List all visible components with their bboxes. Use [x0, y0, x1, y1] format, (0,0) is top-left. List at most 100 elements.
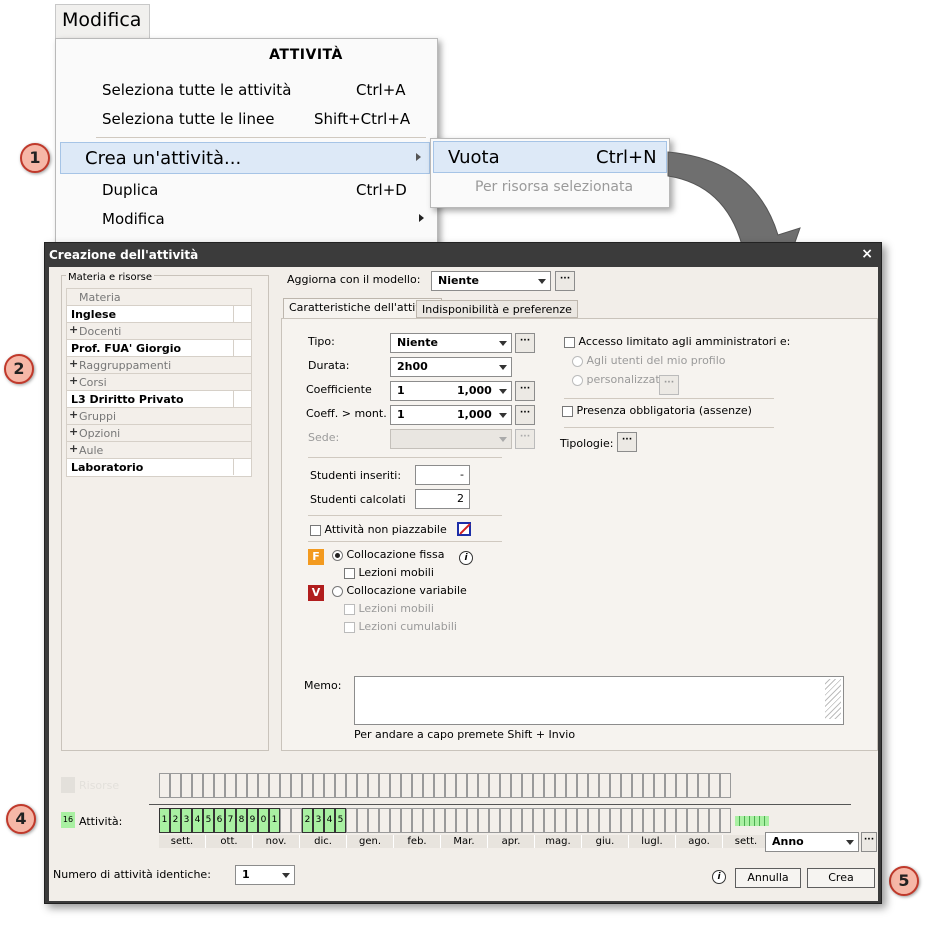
week-cell[interactable]: [665, 773, 676, 798]
week-cell[interactable]: 2: [302, 808, 313, 833]
week-cell[interactable]: [280, 773, 291, 798]
resource-header-gruppi[interactable]: + Gruppi: [67, 408, 251, 425]
week-cell[interactable]: [456, 773, 467, 798]
variabile-radio[interactable]: [332, 585, 343, 597]
resource-header-aule[interactable]: + Aule: [67, 442, 251, 459]
fissa-radio[interactable]: [332, 549, 343, 561]
non-piazzabile-checkbox[interactable]: [310, 524, 321, 536]
week-cell[interactable]: [544, 808, 555, 833]
menu-item-create-activity[interactable]: Crea un'attività...: [60, 142, 430, 174]
variabile-mobili-option[interactable]: Lezioni mobili: [344, 602, 434, 615]
week-cell[interactable]: [687, 773, 698, 798]
week-cell[interactable]: [269, 773, 280, 798]
week-cell[interactable]: [467, 773, 478, 798]
accesso-checkbox[interactable]: [564, 336, 575, 348]
week-cell[interactable]: [687, 808, 698, 833]
close-icon[interactable]: ×: [861, 246, 873, 262]
week-cell[interactable]: [203, 773, 214, 798]
week-cell[interactable]: 8: [236, 808, 247, 833]
presenza-option[interactable]: Presenza obbligatoria (assenze): [562, 404, 752, 417]
week-cell[interactable]: [577, 808, 588, 833]
week-cell[interactable]: [225, 773, 236, 798]
week-cell[interactable]: 2: [170, 808, 181, 833]
week-cell[interactable]: [434, 773, 445, 798]
week-cell[interactable]: 0: [258, 808, 269, 833]
resource-inglese[interactable]: Inglese: [67, 305, 251, 323]
tipo-select[interactable]: Niente: [390, 333, 512, 353]
week-cell[interactable]: [445, 773, 456, 798]
resource-header-opzioni[interactable]: + Opzioni: [67, 425, 251, 442]
utenti-radio[interactable]: [572, 355, 583, 367]
accesso-option[interactable]: Accesso limitato agli amministratori e:: [564, 335, 790, 348]
annulla-button[interactable]: Annulla: [735, 868, 801, 888]
week-cell[interactable]: [357, 808, 368, 833]
studenti-calcolati-field[interactable]: 2: [415, 489, 470, 509]
resource-docente[interactable]: Prof. FUA' Giorgio: [67, 339, 251, 357]
coeff-mont-select[interactable]: 1 1,000: [390, 405, 512, 425]
week-cell[interactable]: 5: [335, 808, 346, 833]
personalizzato-radio[interactable]: [572, 374, 583, 386]
week-cell[interactable]: [654, 773, 665, 798]
week-cell[interactable]: [346, 773, 357, 798]
week-cell[interactable]: [170, 773, 181, 798]
week-cell[interactable]: [676, 808, 687, 833]
menu-item-modify[interactable]: Modifica: [56, 204, 438, 234]
week-cell[interactable]: [291, 808, 302, 833]
week-cell[interactable]: [478, 773, 489, 798]
fissa-mobili-checkbox[interactable]: [344, 567, 355, 579]
week-cell[interactable]: [511, 773, 522, 798]
week-cell[interactable]: 4: [324, 808, 335, 833]
week-cell[interactable]: 6: [214, 808, 225, 833]
week-cell[interactable]: [566, 773, 577, 798]
coeff-mont-dots-button[interactable]: ···: [515, 405, 535, 425]
info-icon[interactable]: i: [459, 551, 473, 565]
model-dots-button[interactable]: ···: [555, 271, 575, 291]
expand-plus-icon[interactable]: +: [69, 425, 78, 438]
week-cell[interactable]: [368, 773, 379, 798]
studenti-inseriti-field[interactable]: -: [415, 465, 470, 485]
week-cell[interactable]: [456, 808, 467, 833]
week-cell[interactable]: [192, 773, 203, 798]
presenza-checkbox[interactable]: [562, 405, 573, 417]
week-cell[interactable]: 7: [225, 808, 236, 833]
week-cell[interactable]: [720, 773, 731, 798]
expand-plus-icon[interactable]: +: [69, 442, 78, 455]
week-cell[interactable]: [654, 808, 665, 833]
week-cell[interactable]: [258, 773, 269, 798]
week-cell[interactable]: [555, 773, 566, 798]
resource-header-docenti[interactable]: + Docenti: [67, 323, 251, 340]
expand-plus-icon[interactable]: +: [69, 357, 78, 370]
week-cell[interactable]: 1: [159, 808, 170, 833]
sede-dots-button[interactable]: ···: [515, 429, 535, 449]
week-cell[interactable]: [588, 808, 599, 833]
coefficiente-dots-button[interactable]: ···: [515, 381, 535, 401]
week-cell[interactable]: [632, 808, 643, 833]
crea-button[interactable]: Crea: [807, 868, 875, 888]
week-cell[interactable]: [302, 773, 313, 798]
menu-modifica[interactable]: Modifica: [55, 4, 150, 38]
resource-header-corsi[interactable]: + Corsi: [67, 374, 251, 391]
fissa-option[interactable]: Collocazione fissa: [332, 548, 444, 561]
week-cell[interactable]: [412, 808, 423, 833]
week-cell[interactable]: 9: [247, 808, 258, 833]
menu-item-select-all-activities[interactable]: Seleziona tutte le attività Ctrl+A: [56, 75, 438, 105]
resource-header-raggruppamenti[interactable]: + Raggruppamenti: [67, 357, 251, 374]
week-cell[interactable]: [500, 808, 511, 833]
week-cell[interactable]: [621, 808, 632, 833]
week-cell[interactable]: [423, 808, 434, 833]
expand-plus-icon[interactable]: +: [69, 408, 78, 421]
week-cell[interactable]: [291, 773, 302, 798]
week-cell[interactable]: [621, 773, 632, 798]
numero-select[interactable]: 1: [235, 865, 295, 885]
expand-plus-icon[interactable]: +: [69, 323, 78, 336]
week-cell[interactable]: [181, 773, 192, 798]
week-cell[interactable]: [533, 773, 544, 798]
week-cell[interactable]: [379, 808, 390, 833]
non-piazzabile-option[interactable]: Attività non piazzabile: [310, 523, 447, 536]
week-cell[interactable]: [533, 808, 544, 833]
week-cell[interactable]: 4: [192, 808, 203, 833]
week-cell[interactable]: [632, 773, 643, 798]
tab-indisponibilita[interactable]: Indisponibilità e preferenze: [416, 300, 578, 318]
week-cell[interactable]: [236, 773, 247, 798]
week-cell[interactable]: 3: [181, 808, 192, 833]
